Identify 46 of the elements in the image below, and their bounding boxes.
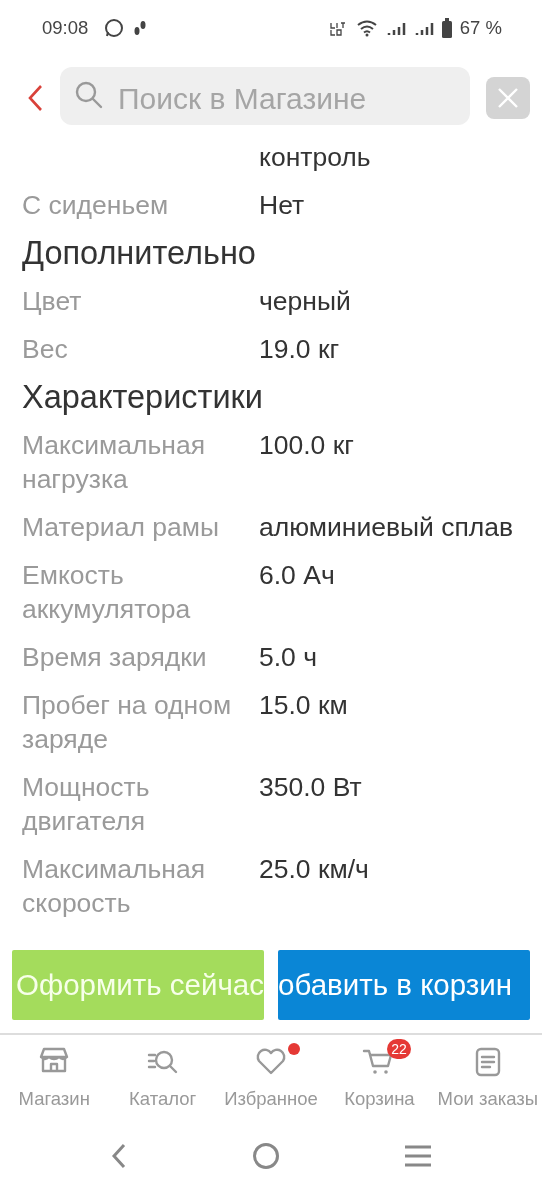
spec-label: Материал рамы: [22, 511, 220, 544]
battery-level: 67 %: [459, 16, 502, 41]
spec-label: Максимальная нагрузка: [22, 429, 206, 496]
spec-label: Пробег на одном заряде: [22, 689, 233, 756]
chat-icon: [104, 18, 125, 38]
spec-label: Мощность двигателя: [22, 771, 151, 838]
lte-icon: [327, 19, 348, 37]
spec-value: 350.0 Вт: [259, 771, 363, 804]
spec-label: Вес: [22, 333, 69, 366]
nav-tab[interactable]: Избранное: [216, 1035, 326, 1129]
wifi-icon: [355, 19, 378, 37]
nav-tab[interactable]: Магазин: [0, 1035, 109, 1129]
spec-value: контроль: [259, 141, 372, 174]
spec-value: 15.0 км: [259, 689, 349, 722]
section-heading: Характеристики: [22, 378, 264, 416]
search-field[interactable]: Поиск в Магазине: [60, 67, 470, 125]
nav-tab[interactable]: Каталог: [108, 1035, 217, 1129]
spec-label: Максимальная скорость: [22, 853, 206, 920]
recent-apps-button[interactable]: [402, 1143, 433, 1169]
spec-value: 19.0 кг: [259, 333, 341, 366]
status-time: 09:08: [42, 16, 89, 41]
spec-value: 100.0 кг: [259, 429, 355, 462]
menu-icon: [402, 1144, 433, 1169]
nav-tab[interactable]: Мои заказы: [433, 1035, 542, 1129]
home-icon: [252, 1142, 280, 1170]
battery-icon: [441, 18, 452, 38]
cart-count-badge: 22: [387, 1039, 411, 1059]
nav-tab[interactable]: Корзина 22: [325, 1035, 434, 1129]
spec-label: Время зарядки: [22, 641, 208, 674]
spec-value: алюминиевый сплав: [259, 511, 515, 544]
checkout-button[interactable]: Оформить сейчас: [12, 950, 264, 1020]
spec-value: Нет: [259, 189, 306, 222]
spec-label: Цвет: [22, 285, 83, 318]
home-nav-button[interactable]: [252, 1142, 280, 1170]
section-heading: Дополнительно: [22, 234, 257, 272]
spec-value: 25.0 км/ч: [259, 853, 370, 886]
close-icon: [497, 87, 519, 109]
search-icon: [74, 80, 104, 110]
spec-label: Емкость аккумулятора: [22, 559, 192, 626]
spec-value: 6.0 Ач: [259, 559, 336, 592]
spec-label: С сиденьем: [22, 189, 170, 222]
back-icon: [26, 83, 44, 113]
add-to-cart-button[interactable]: обавить в корзин: [278, 950, 530, 1020]
back-button[interactable]: [26, 83, 44, 113]
spec-value: черный: [259, 285, 352, 318]
spec-value: 5.0 ч: [259, 641, 318, 674]
